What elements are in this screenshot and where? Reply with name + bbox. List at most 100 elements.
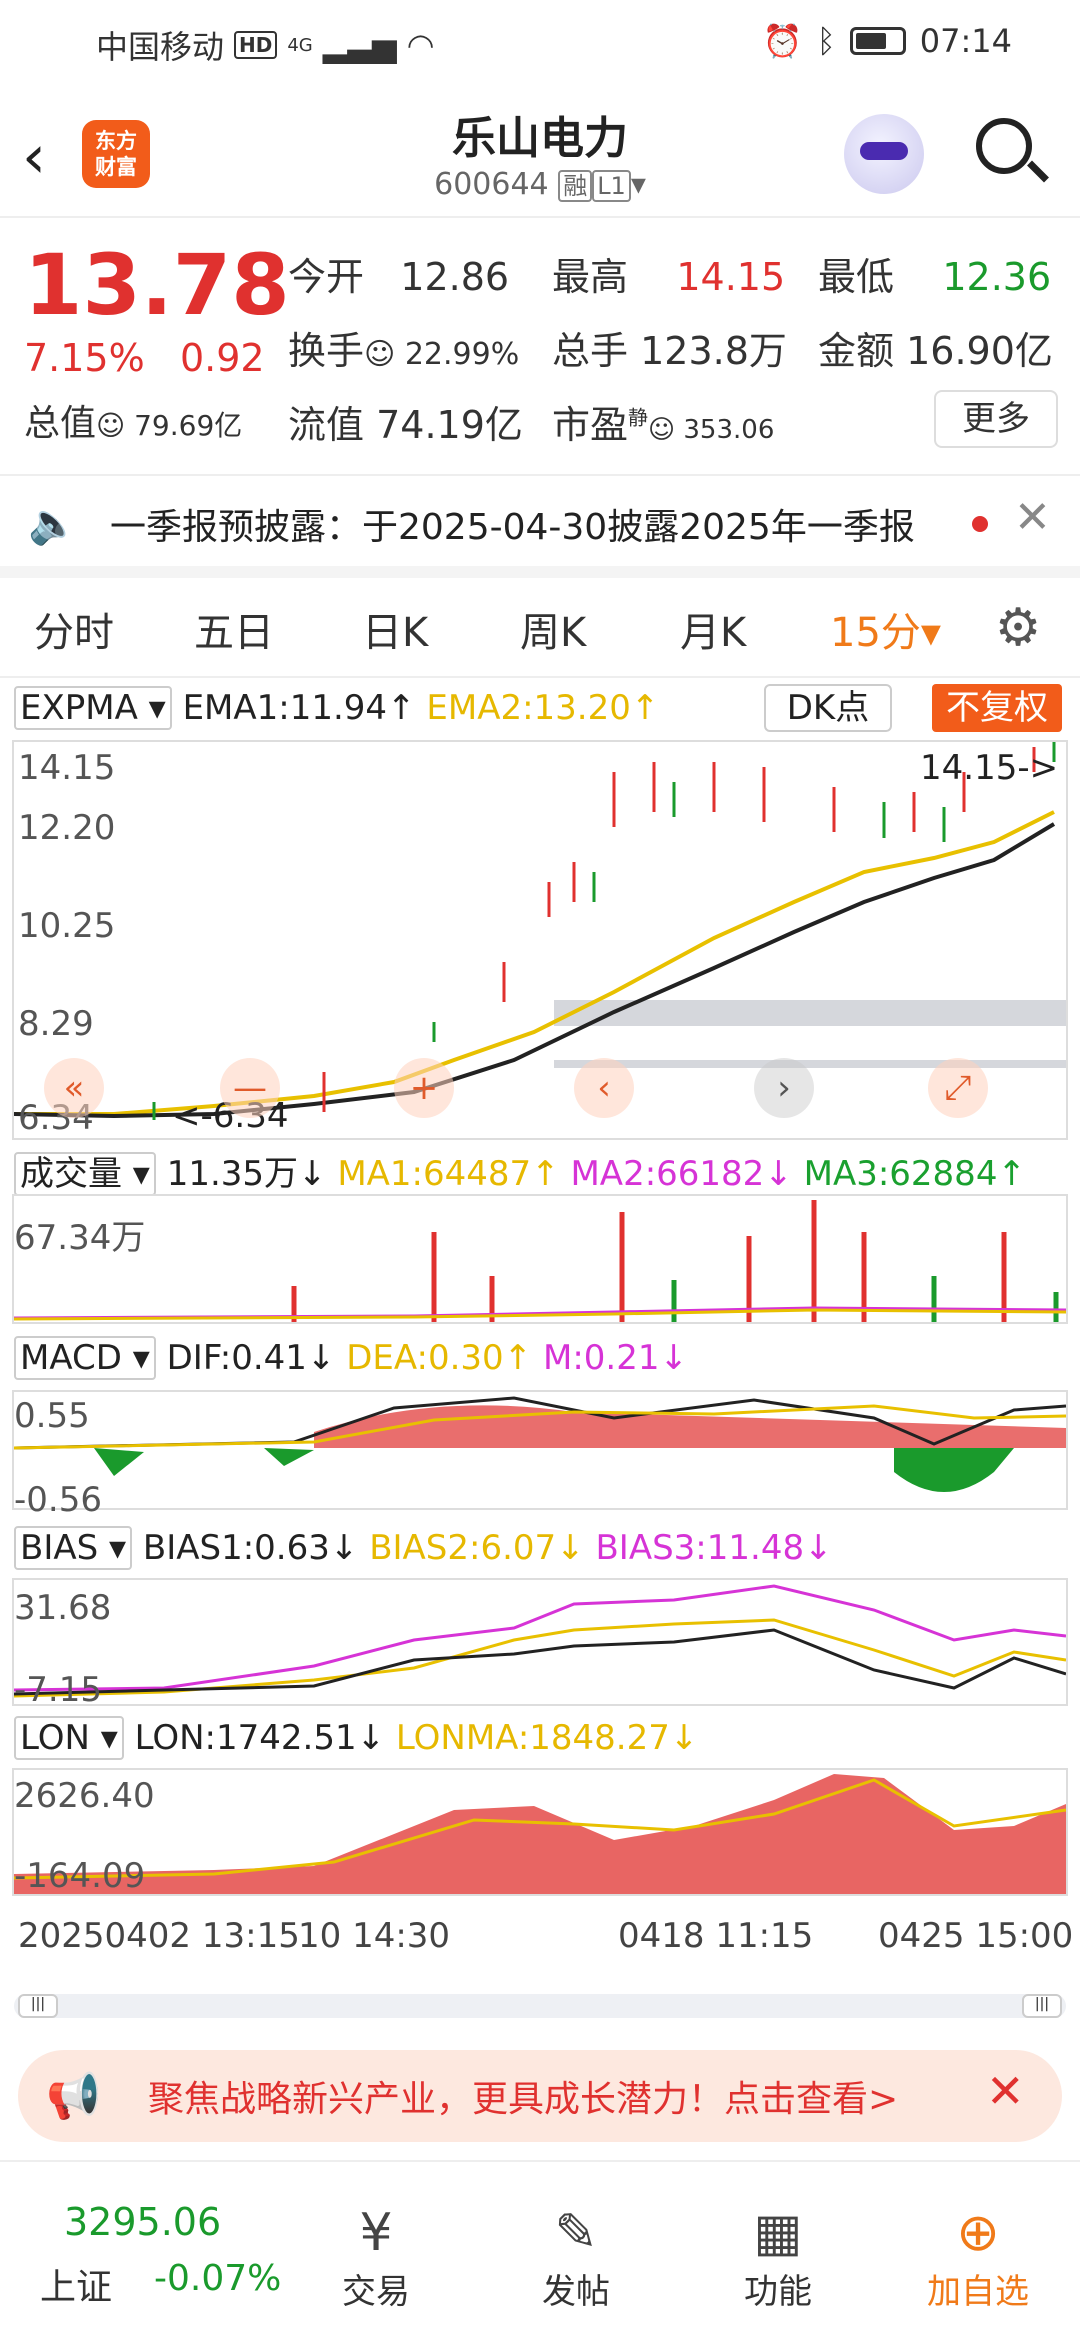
grid-icon: ▦ (753, 2203, 803, 2263)
hd-icon: HD (234, 31, 278, 59)
tab-weekly-k[interactable]: 周K (520, 600, 586, 658)
lon-chart (13, 1774, 1067, 1894)
zoom-out-icon[interactable]: — (220, 1058, 280, 1118)
close-icon[interactable]: ✕ (1014, 492, 1051, 543)
add-watchlist-button[interactable]: ⊕ 加自选 (908, 2202, 1048, 2313)
expma-header: EXPMA ▾ EMA1:11.94↑ EMA2:13.20↑ (14, 686, 659, 730)
high-cell: 最高 14.15 (552, 255, 786, 299)
kline-chart (13, 742, 1066, 1120)
tab-intraday[interactable]: 分时 (34, 600, 114, 658)
post-button[interactable]: ✎ 发帖 (506, 2202, 646, 2313)
low-cell: 最低 12.36 (818, 255, 1052, 299)
macd-y-top: 0.55 (14, 1396, 90, 1436)
macd-selector[interactable]: MACD ▾ (14, 1336, 156, 1380)
yen-cycle-icon: ¥ (359, 2203, 393, 2263)
bias-header: BIAS ▾ BIAS1:0.63↓ BIAS2:6.07↓ BIAS3:11.… (14, 1526, 833, 1570)
quote-panel: 13.78 7.15% 0.92 今开 12.86 最高 14.15 最低 12… (0, 218, 1080, 474)
float-cap-cell: 流值 74.19亿 (288, 403, 523, 447)
vol-y-label: 67.34万 (14, 1218, 146, 1258)
x-label-1: 20250402 13:15 (18, 1916, 300, 1956)
volume-panel[interactable] (12, 1194, 1068, 1324)
megaphone-icon: 📢 (46, 2071, 101, 2122)
bias1: BIAS1:0.63↓ (142, 1528, 359, 1568)
scrollbar-right-handle[interactable]: ||| (1022, 1994, 1062, 2018)
zoom-in-icon[interactable]: + (394, 1058, 454, 1118)
y-label-3: 10.25 (18, 906, 116, 946)
assistant-robot-icon[interactable] (844, 114, 924, 194)
bias3: BIAS3:11.48↓ (595, 1528, 833, 1568)
level-badge[interactable]: L1 (592, 170, 631, 202)
ema1-value: EMA1:11.94↑ (182, 688, 416, 728)
lon-panel[interactable] (12, 1768, 1068, 1896)
bias-panel[interactable] (12, 1578, 1068, 1706)
pe-cell: 市盈静☺ 353.06 (552, 403, 775, 447)
lon-selector[interactable]: LON ▾ (14, 1716, 124, 1760)
network-label: 4G (287, 34, 313, 56)
notice-text[interactable]: 一季报预披露：于2025-04-30披露2025年一季报 (110, 498, 915, 550)
bias2: BIAS2:6.07↓ (369, 1528, 585, 1568)
expma-selector[interactable]: EXPMA ▾ (14, 686, 172, 730)
clock-label: 07:14 (919, 22, 1012, 60)
volume-cell: 总手 123.8万 (552, 329, 787, 373)
kline-panel[interactable] (12, 740, 1068, 1140)
x-label-4: 0425 15:00 (878, 1916, 1074, 1956)
bias-y-bottom: -7.15 (14, 1670, 102, 1710)
fullscreen-icon[interactable]: ⤢ (928, 1058, 988, 1118)
lon-header: LON ▾ LON:1742.51↓ LONMA:1848.27↓ (14, 1716, 698, 1760)
gear-icon[interactable]: ⚙ (990, 600, 1046, 656)
dk-point-button[interactable]: DK点 (764, 684, 892, 732)
lon-y-top: 2626.40 (14, 1776, 155, 1816)
y-label-2: 12.20 (18, 808, 116, 848)
macd-chart (13, 1396, 1067, 1492)
more-button[interactable]: 更多 (934, 390, 1058, 448)
x-label-3: 0418 11:15 (618, 1916, 814, 1956)
volume-selector[interactable]: 成交量 ▾ (14, 1152, 156, 1196)
no-adjust-button[interactable]: 不复权 (932, 684, 1062, 732)
scroll-left-fast-icon[interactable]: « (44, 1058, 104, 1118)
period-tabs: 分时 五日 日K 周K 月K 15分▾ ⚙ (0, 578, 1080, 678)
y-label-4: 8.29 (18, 1004, 94, 1044)
bluetooth-icon: ᛒ (816, 22, 836, 60)
promo-text[interactable]: 聚焦战略新兴产业，更具成长潜力！点击查看> (148, 2070, 898, 2122)
open-cell: 今开 12.86 (288, 255, 510, 299)
bias-selector[interactable]: BIAS ▾ (14, 1526, 133, 1570)
search-icon[interactable] (976, 118, 1032, 174)
bias-y-top: 31.68 (14, 1588, 112, 1628)
macd-dea: DEA:0.30↑ (346, 1338, 533, 1378)
margin-badge: 融 (558, 170, 593, 202)
vol-ma2: MA2:66182↓ (570, 1154, 793, 1194)
scrollbar-left-handle[interactable]: ||| (18, 1994, 58, 2018)
macd-panel[interactable] (12, 1390, 1068, 1510)
trade-button[interactable]: ¥ 交易 (306, 2202, 446, 2313)
market-cap-cell: 总值☺ 79.69亿 (24, 403, 243, 444)
close-icon[interactable]: ✕ (986, 2064, 1025, 2118)
lon-value: LON:1742.51↓ (134, 1718, 386, 1758)
volume-header: 成交量 ▾ 11.35万↓ MA1:64487↑ MA2:66182↓ MA3:… (14, 1146, 1026, 1196)
edit-icon: ✎ (554, 2203, 598, 2263)
functions-button[interactable]: ▦ 功能 (708, 2202, 848, 2313)
index-change[interactable]: -0.07% (154, 2258, 281, 2299)
tab-five-day[interactable]: 五日 (194, 600, 274, 658)
index-value[interactable]: 3295.06 (64, 2200, 221, 2244)
change-amount: 0.92 (180, 336, 265, 380)
macd-y-bottom: -0.56 (14, 1480, 102, 1520)
volume-chart (13, 1200, 1067, 1322)
step-left-icon[interactable]: ‹ (574, 1058, 634, 1118)
tab-monthly-k[interactable]: 月K (680, 600, 746, 658)
tab-daily-k[interactable]: 日K (362, 600, 428, 658)
macd-m: M:0.21↓ (543, 1338, 688, 1378)
vol-value: 11.35万↓ (166, 1154, 327, 1194)
amount-cell: 金额 16.90亿 (818, 329, 1053, 373)
index-name[interactable]: 上证 (40, 2258, 112, 2310)
wifi-icon: ◠ (406, 26, 435, 64)
range-scrollbar[interactable]: ||| ||| (14, 1994, 1066, 2018)
promo-banner[interactable]: 📢 聚焦战略新兴产业，更具成长潜力！点击查看> ✕ (18, 2050, 1062, 2142)
notice-bar[interactable]: 🔈 一季报预披露：于2025-04-30披露2025年一季报 ✕ (0, 474, 1080, 578)
lon-y-bottom: -164.09 (14, 1856, 146, 1896)
step-right-icon[interactable]: › (754, 1058, 814, 1118)
tab-15min[interactable]: 15分▾ (830, 600, 941, 658)
signal-icon: ▂▃▅ (322, 26, 397, 64)
last-price: 13.78 (24, 236, 290, 334)
alarm-icon: ⏰ (762, 22, 803, 60)
top-nav: ‹ 东方 财富 乐山电力 600644 融 L1 ▾ (0, 84, 1080, 218)
